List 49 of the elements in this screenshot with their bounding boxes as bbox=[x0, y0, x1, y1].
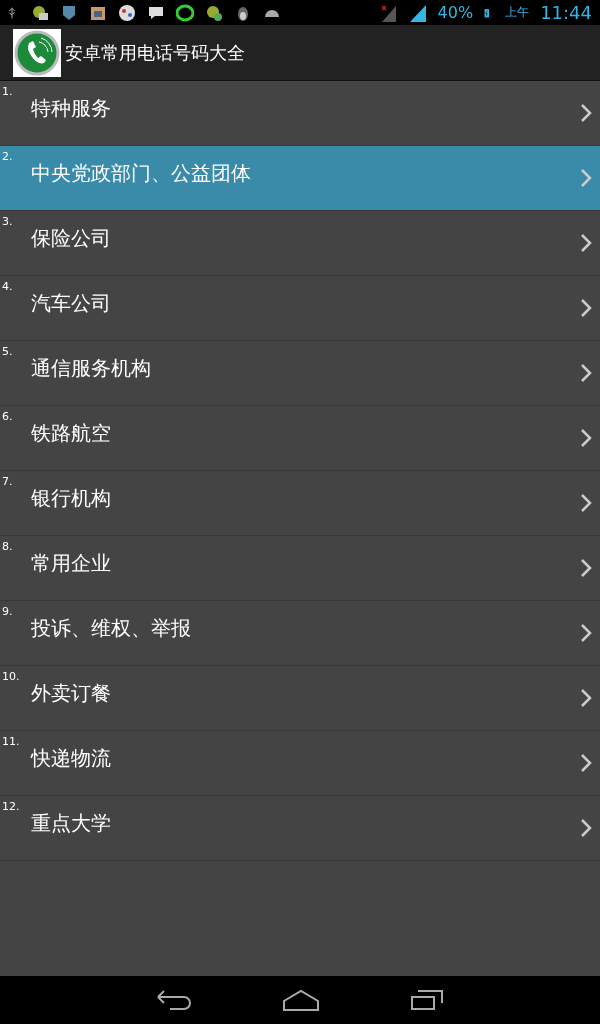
game-icon bbox=[118, 3, 136, 22]
chevron-icon bbox=[580, 103, 592, 123]
phone-logo-icon bbox=[13, 28, 61, 77]
chevron-icon bbox=[580, 168, 592, 188]
item-number: 3. bbox=[2, 215, 13, 228]
category-label: 投诉、维权、举报 bbox=[31, 614, 192, 642]
category-label: 银行机构 bbox=[31, 484, 112, 512]
item-number: 7. bbox=[2, 475, 13, 488]
recent-apps-icon[interactable] bbox=[410, 989, 444, 1011]
item-number: 12. bbox=[2, 800, 20, 813]
category-label: 特种服务 bbox=[31, 94, 112, 122]
shield-icon bbox=[60, 3, 78, 22]
category-label: 铁路航空 bbox=[31, 419, 112, 447]
chevron-icon bbox=[580, 623, 592, 643]
chevron-icon bbox=[580, 298, 592, 318]
category-label: 保险公司 bbox=[31, 224, 112, 252]
back-icon[interactable] bbox=[156, 989, 192, 1011]
home-icon[interactable] bbox=[282, 989, 320, 1011]
chevron-icon bbox=[580, 363, 592, 383]
item-number: 11. bbox=[2, 735, 20, 748]
category-label: 重点大学 bbox=[31, 809, 112, 837]
category-label: 常用企业 bbox=[31, 549, 112, 577]
chevron-icon bbox=[580, 558, 592, 578]
chevron-icon bbox=[580, 428, 592, 448]
chevron-icon bbox=[580, 688, 592, 708]
app-title: 安卓常用电话号码大全 bbox=[65, 40, 245, 65]
category-label: 中央党政部门、公益团体 bbox=[31, 159, 252, 187]
category-label: 汽车公司 bbox=[31, 289, 112, 317]
item-number: 1. bbox=[2, 85, 13, 98]
item-number: 8. bbox=[2, 540, 13, 553]
category-item[interactable]: 2. 中央党政部门、公益团体 bbox=[0, 146, 600, 211]
category-label: 外卖订餐 bbox=[31, 679, 112, 707]
item-number: 5. bbox=[2, 345, 13, 358]
chevron-icon bbox=[580, 753, 592, 773]
chevron-icon bbox=[580, 233, 592, 253]
item-number: 10. bbox=[2, 670, 20, 683]
category-label: 快递物流 bbox=[31, 744, 112, 772]
chevron-icon bbox=[580, 493, 592, 513]
signal-icon bbox=[379, 3, 398, 22]
am-pm: 上午 bbox=[505, 4, 530, 21]
battery-percent: 40% bbox=[437, 3, 474, 22]
category-label: 通信服务机构 bbox=[31, 354, 152, 382]
item-number: 9. bbox=[2, 605, 13, 618]
chevron-icon bbox=[580, 818, 592, 838]
item-number: 6. bbox=[2, 410, 13, 423]
item-number: 4. bbox=[2, 280, 13, 293]
signal-icon bbox=[408, 3, 427, 22]
item-number: 2. bbox=[2, 150, 13, 163]
clock: 11:44 bbox=[540, 2, 592, 23]
